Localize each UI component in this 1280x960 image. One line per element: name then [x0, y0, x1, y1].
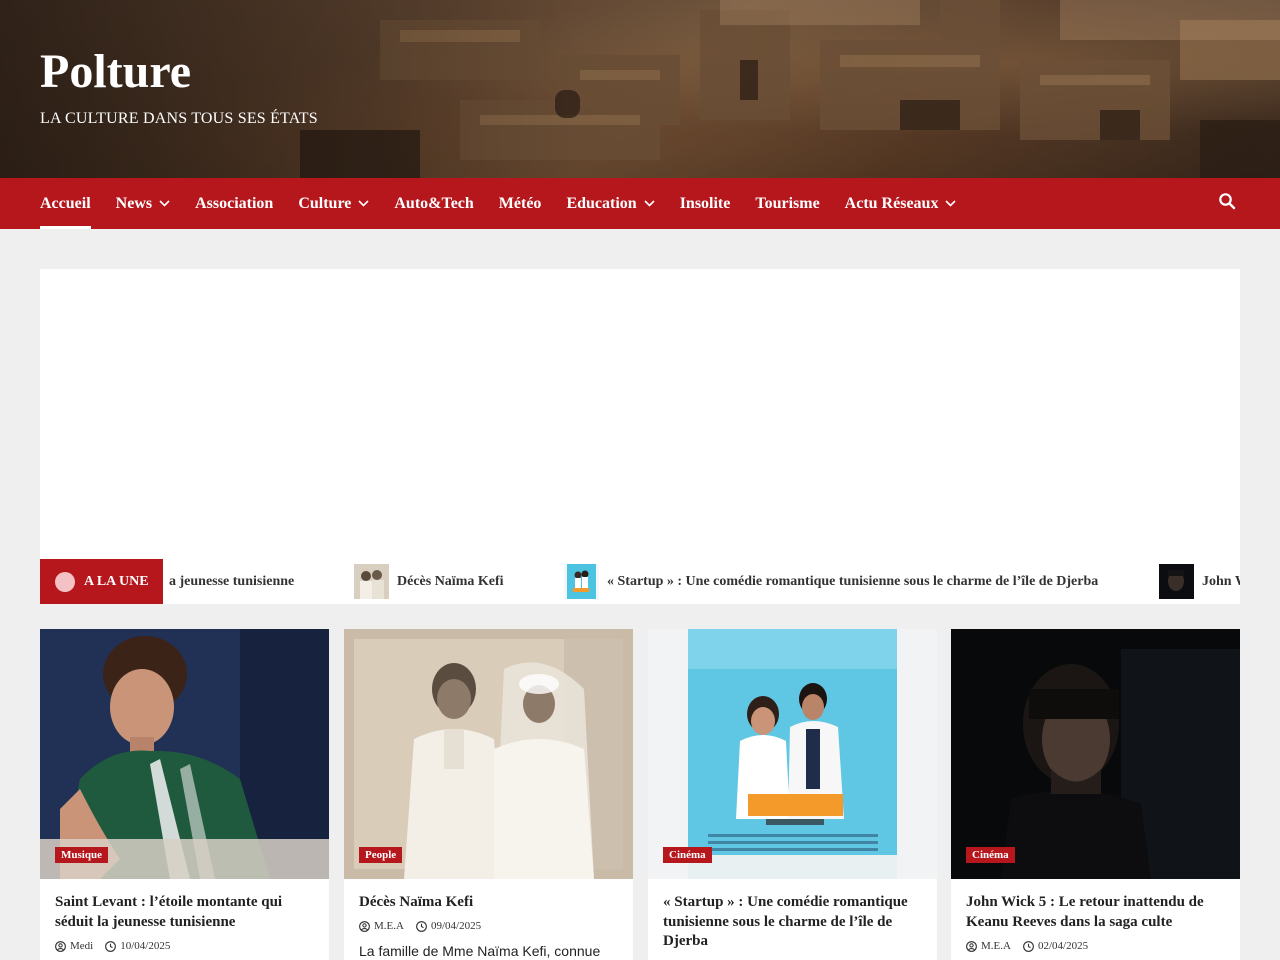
chevron-down-icon[interactable]	[358, 200, 369, 207]
nav-item-label: Insolite	[679, 194, 731, 212]
article-date-wrap: 02/04/2025	[1023, 940, 1088, 952]
breaking-news-ticker: A LA UNE a jeunesse tunisienne Décès Naï…	[40, 559, 1240, 604]
nav-item-actu-r-seaux[interactable]: Actu Réseaux	[845, 178, 957, 229]
article-excerpt: La famille de Mme Naïma Kefi, connue	[359, 943, 601, 959]
site-header: Polture LA CULTURE DANS TOUS SES ÉTATS	[0, 0, 1280, 178]
nav-item-label: Auto&Tech	[394, 194, 474, 212]
nav-item-tourisme[interactable]: Tourisme	[755, 178, 819, 229]
article-card[interactable]: People Décès Naïma Kefi M.E.A 09/04/2025…	[344, 629, 633, 960]
ticker-thumbnail[interactable]	[564, 564, 599, 599]
article-title[interactable]: John Wick 5 : Le retour inattendu de Kea…	[966, 893, 1228, 932]
nav-item-label: Education	[566, 194, 637, 212]
ticker-item-text[interactable]: John W	[1202, 574, 1240, 590]
article-date-wrap: 10/04/2025	[105, 940, 170, 952]
nav-item-insolite[interactable]: Insolite	[680, 178, 731, 229]
nav-item-label: Tourisme	[755, 194, 820, 212]
header-overlay	[0, 0, 1280, 178]
nav-menu: Accueil News Association Culture Auto&Tech Mé…	[40, 178, 957, 229]
site-tagline: LA CULTURE DANS TOUS SES ÉTATS	[40, 110, 318, 127]
ticker-item-text[interactable]: Décès Naïma Kefi	[397, 574, 504, 590]
clock-icon	[416, 920, 427, 932]
article-image[interactable]: People	[344, 629, 633, 879]
user-icon	[55, 940, 66, 952]
ticker-thumbnail[interactable]	[1159, 564, 1194, 599]
article-card[interactable]: Musique Saint Levant : l’étoile montante…	[40, 629, 329, 960]
nav-item-education[interactable]: Education	[566, 178, 655, 229]
nav-item-label: News	[115, 194, 153, 212]
nav-item-label: Culture	[298, 194, 352, 212]
article-meta: Medi 10/04/2025	[55, 940, 170, 952]
article-author[interactable]: Medi	[70, 940, 93, 952]
category-badge[interactable]: Cinéma	[966, 847, 1015, 863]
ticker-thumbnail[interactable]	[354, 564, 389, 599]
site-title[interactable]: Polture	[40, 48, 191, 96]
article-image[interactable]: Cinéma	[648, 629, 937, 879]
category-badge[interactable]: Musique	[55, 847, 108, 863]
nav-item-news[interactable]: News	[116, 178, 170, 229]
clock-icon	[105, 940, 117, 952]
article-image[interactable]: Musique	[40, 629, 329, 879]
live-dot-icon	[55, 571, 75, 592]
chevron-down-icon[interactable]	[945, 200, 957, 207]
ticker-item[interactable]: John W	[1159, 559, 1240, 604]
clock-icon	[1023, 940, 1034, 952]
nav-item-label: Association	[195, 194, 274, 212]
article-title[interactable]: Décès Naïma Kefi	[359, 893, 621, 913]
article-meta: M.E.A 02/04/2025	[966, 940, 1088, 952]
ticker-label-text: A LA UNE	[84, 573, 149, 589]
ticker-item-text[interactable]: a jeunesse tunisienne	[169, 574, 294, 590]
nav-item-auto-tech[interactable]: Auto&Tech	[394, 178, 473, 229]
nav-item-label: Météo	[498, 194, 542, 212]
main-nav: Accueil News Association Culture Auto&Tech Mé…	[0, 178, 1280, 229]
article-meta: M.E.A 09/04/2025	[359, 920, 481, 932]
article-card[interactable]: Cinéma John Wick 5 : Le retour inattendu…	[951, 629, 1240, 960]
nav-item-culture[interactable]: Culture	[298, 178, 369, 229]
article-date-wrap: 09/04/2025	[416, 920, 481, 932]
article-image[interactable]: Cinéma	[951, 629, 1240, 879]
user-icon	[966, 940, 977, 952]
nav-item-m-t-o[interactable]: Météo	[499, 178, 542, 229]
ticker-label: A LA UNE	[40, 559, 163, 604]
article-author[interactable]: M.E.A	[981, 940, 1011, 952]
search-icon[interactable]	[1218, 192, 1236, 210]
article-date: 02/04/2025	[1037, 940, 1089, 952]
nav-item-label: Actu Réseaux	[844, 194, 939, 212]
article-author[interactable]: M.E.A	[374, 920, 404, 932]
nav-item-association[interactable]: Association	[195, 178, 273, 229]
user-icon	[359, 920, 370, 932]
article-date: 09/04/2025	[430, 920, 482, 932]
chevron-down-icon[interactable]	[644, 200, 655, 207]
ticker-item[interactable]: a jeunesse tunisienne	[169, 559, 294, 604]
category-badge[interactable]: People	[359, 847, 403, 863]
ticker-item[interactable]: Décès Naïma Kefi	[354, 559, 504, 604]
ticker-item-text[interactable]: « Startup » : Une comédie romantique tun…	[607, 574, 1098, 590]
ad-placeholder	[40, 269, 1240, 559]
article-title[interactable]: « Startup » : Une comédie romantique tun…	[663, 893, 925, 952]
article-card[interactable]: Cinéma « Startup » : Une comédie romanti…	[648, 629, 937, 960]
ticker-item[interactable]: « Startup » : Une comédie romantique tun…	[564, 559, 1098, 604]
nav-item-label: Accueil	[40, 194, 91, 212]
nav-item-accueil[interactable]: Accueil	[40, 178, 91, 229]
article-date: 10/04/2025	[120, 940, 171, 952]
chevron-down-icon[interactable]	[159, 200, 170, 207]
category-badge[interactable]: Cinéma	[663, 847, 712, 863]
article-title[interactable]: Saint Levant : l’étoile montante qui séd…	[55, 893, 317, 932]
